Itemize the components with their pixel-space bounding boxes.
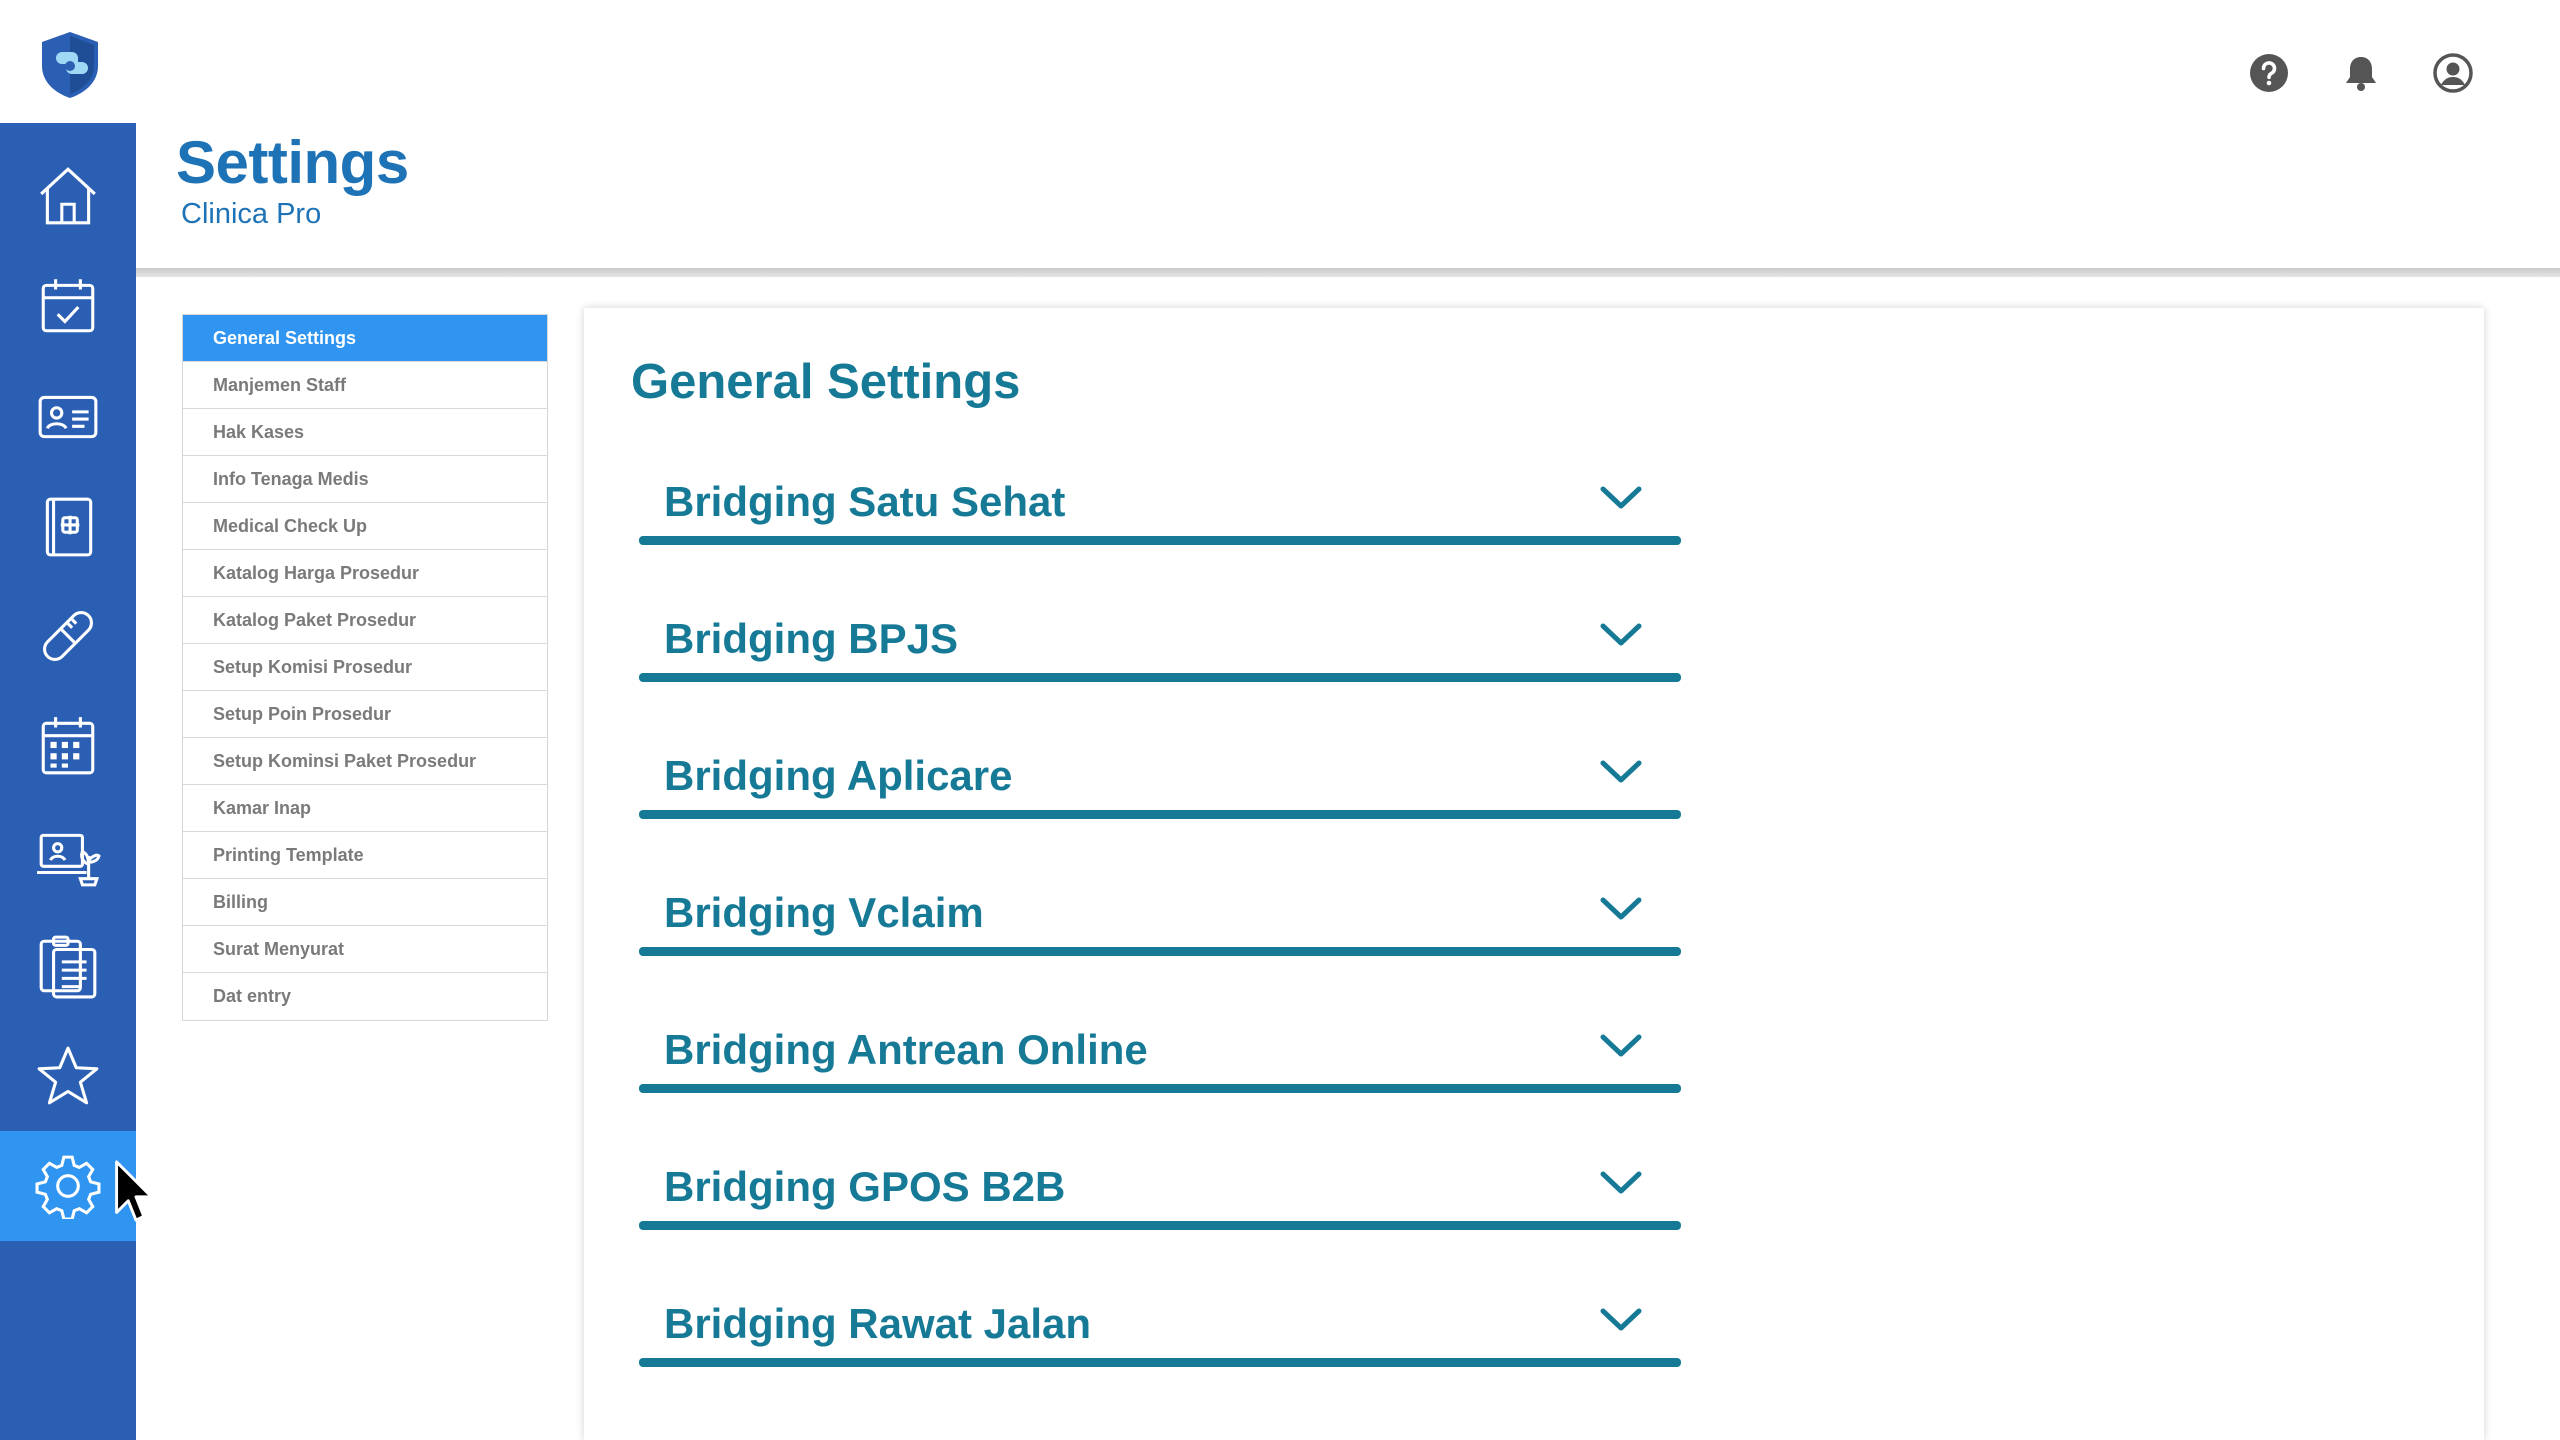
chevron-down-icon: [1600, 897, 1642, 920]
sidebar-item-patients[interactable]: [0, 361, 136, 471]
medical-record-icon: [45, 497, 93, 557]
sidebar-item-home[interactable]: [0, 141, 136, 251]
chevron-down-icon: [1600, 1034, 1642, 1057]
settings-menu: General Settings Manjemen Staff Hak Kase…: [182, 314, 548, 1021]
menu-item-setup-poin-prosedur[interactable]: Setup Poin Prosedur: [183, 691, 547, 738]
accordion-bridging-antrean-online[interactable]: Bridging Antrean Online: [639, 1012, 1681, 1112]
accordion-label: Bridging GPOS B2B: [664, 1163, 1066, 1210]
page-subtitle: Clinica Pro: [181, 198, 322, 230]
menu-item-dat-entry[interactable]: Dat entry: [183, 973, 547, 1020]
sidebar-item-favorites[interactable]: [0, 1021, 136, 1131]
accordion-label: Bridging Rawat Jalan: [664, 1300, 1092, 1347]
menu-item-katalog-paket-prosedur[interactable]: Katalog Paket Prosedur: [183, 597, 547, 644]
main-sidebar: [0, 123, 136, 1440]
help-icon[interactable]: [2248, 52, 2290, 94]
menu-item-setup-kominsi-paket-prosedur[interactable]: Setup Kominsi Paket Prosedur: [183, 738, 547, 785]
mouse-cursor-icon: [115, 1160, 153, 1222]
header-divider: [136, 268, 2560, 277]
accordion-underline: [639, 1221, 1681, 1230]
accordion-bridging-rawat-jalan[interactable]: Bridging Rawat Jalan: [639, 1286, 1681, 1386]
schedule-grid-icon: [41, 717, 95, 775]
id-card-icon: [38, 395, 98, 439]
sidebar-item-telemedicine[interactable]: [0, 801, 136, 911]
accordion-underline: [639, 1358, 1681, 1367]
accordion-underline: [639, 1084, 1681, 1093]
menu-item-billing[interactable]: Billing: [183, 879, 547, 926]
menu-item-katalog-harga-prosedur[interactable]: Katalog Harga Prosedur: [183, 550, 547, 597]
calendar-check-icon: [41, 279, 95, 333]
accordion-underline: [639, 536, 1681, 545]
accordion-label: Bridging BPJS: [664, 615, 959, 662]
home-icon: [40, 167, 96, 225]
accordion-label: Bridging Satu Sehat: [664, 478, 1066, 525]
accordion-label: Bridging Antrean Online: [664, 1026, 1148, 1073]
computer-plant-icon: [37, 833, 101, 887]
sidebar-item-schedule[interactable]: [0, 691, 136, 801]
sidebar-item-pharmacy[interactable]: [0, 581, 136, 691]
gear-icon: [35, 1155, 101, 1219]
chevron-down-icon: [1600, 486, 1642, 509]
menu-item-medical-check-up[interactable]: Medical Check Up: [183, 503, 547, 550]
menu-item-general-settings[interactable]: General Settings: [183, 315, 547, 362]
clinica-logo[interactable]: [38, 30, 102, 100]
accordion-bridging-vclaim[interactable]: Bridging Vclaim: [639, 875, 1681, 975]
menu-item-kamar-inap[interactable]: Kamar Inap: [183, 785, 547, 832]
sidebar-item-medical-records[interactable]: [0, 471, 136, 581]
app-window: Settings Clinica Pro General Settings Ma…: [0, 0, 2560, 1440]
sidebar-item-appointments[interactable]: [0, 251, 136, 361]
top-toolbar: [2248, 52, 2474, 94]
accordion-label: Bridging Aplicare: [664, 752, 1013, 799]
accordion-bridging-gpos-b2b[interactable]: Bridging GPOS B2B: [639, 1149, 1681, 1249]
accordion-bridging-bpjs[interactable]: Bridging BPJS: [639, 601, 1681, 701]
menu-item-setup-komisi-prosedur[interactable]: Setup Komisi Prosedur: [183, 644, 547, 691]
accordion-bridging-satu-sehat[interactable]: Bridging Satu Sehat: [639, 464, 1681, 564]
clipboard-list-icon: [39, 935, 97, 999]
general-settings-panel: General Settings Bridging Satu Sehat Bri…: [584, 308, 2484, 1440]
chevron-down-icon: [1600, 1308, 1642, 1331]
accordion-underline: [639, 673, 1681, 682]
star-icon: [37, 1046, 99, 1105]
accordion-underline: [639, 810, 1681, 819]
menu-item-printing-template[interactable]: Printing Template: [183, 832, 547, 879]
accordion-bridging-aplicare[interactable]: Bridging Aplicare: [639, 738, 1681, 838]
menu-item-hak-kases[interactable]: Hak Kases: [183, 409, 547, 456]
chevron-down-icon: [1600, 1171, 1642, 1194]
user-account-icon[interactable]: [2432, 52, 2474, 94]
chevron-down-icon: [1600, 623, 1642, 646]
sidebar-item-reports[interactable]: [0, 911, 136, 1021]
panel-title: General Settings: [631, 355, 1021, 409]
page-title: Settings: [176, 129, 409, 196]
chevron-down-icon: [1600, 760, 1642, 783]
accordion-label: Bridging Vclaim: [664, 889, 984, 936]
menu-item-info-tenaga-medis[interactable]: Info Tenaga Medis: [183, 456, 547, 503]
menu-item-manjemen-staff[interactable]: Manjemen Staff: [183, 362, 547, 409]
pill-icon: [43, 611, 93, 661]
menu-item-surat-menyurat[interactable]: Surat Menyurat: [183, 926, 547, 973]
bell-icon[interactable]: [2340, 52, 2382, 94]
accordion-underline: [639, 947, 1681, 956]
